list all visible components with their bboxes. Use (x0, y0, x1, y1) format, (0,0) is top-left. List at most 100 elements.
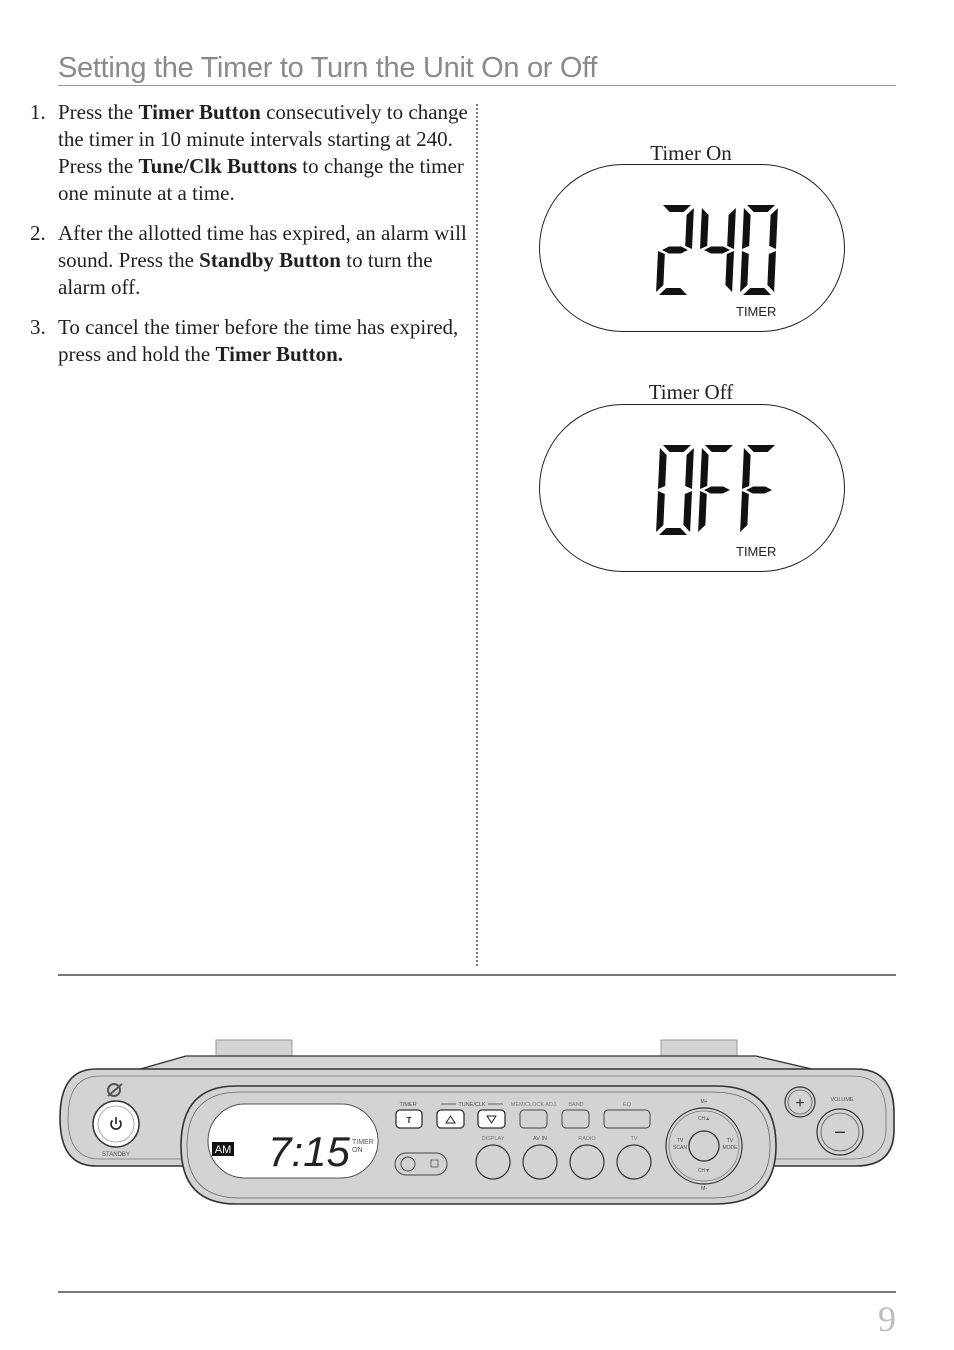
lcd-segment (704, 486, 730, 494)
tune-up-button[interactable] (436, 1109, 465, 1129)
timer-button-label: TIMER (399, 1102, 416, 1108)
plus-icon: + (795, 1095, 804, 1112)
mem-clock-button[interactable] (519, 1109, 548, 1129)
av-in-label: AV IN (533, 1136, 547, 1142)
lcd-segment (659, 528, 687, 535)
bold-term: Tune/Clk Buttons (138, 154, 298, 178)
step-text: Press the Timer Button consecutively to … (58, 99, 470, 207)
timer-indicator-label: TIMER (736, 544, 777, 559)
instruction-step: 1. Press the Timer Button consecutively t… (30, 99, 470, 207)
am-label: AM (215, 1144, 232, 1156)
step-number: 2. (30, 221, 46, 245)
lcd-segment (700, 208, 709, 249)
tune-down-button[interactable] (477, 1109, 506, 1129)
section-rule (58, 974, 896, 976)
lcd-digit (656, 445, 694, 535)
tv-mode-label-2: MODE (723, 1145, 739, 1151)
display-label: DISPLAY (482, 1136, 505, 1142)
timer-off-caption: Timer Off (648, 380, 734, 404)
lcd-timer-label: TIMER (352, 1139, 374, 1146)
lcd-segment (685, 448, 694, 489)
step-number: 3. (30, 315, 46, 339)
radio-device-illustration: STANDBY AM 7:15 TIMER ON TIMER TUNE/CLK … (59, 1039, 895, 1205)
lcd-segment (742, 208, 751, 249)
timer-off-readout (656, 445, 775, 535)
standby-label: STANDBY (102, 1152, 130, 1158)
lcd-segment (740, 491, 749, 532)
timer-glyph: T (407, 1116, 412, 1125)
volume-up-button[interactable]: + (784, 1086, 816, 1118)
instruction-step: 3. To cancel the timer before the time ha… (30, 314, 470, 368)
lcd-segment (727, 208, 736, 249)
lcd-segment (747, 205, 775, 212)
timer-off-lcd: TIMER (539, 404, 845, 572)
step-text-run: Press the (58, 100, 139, 124)
display-button[interactable] (475, 1144, 511, 1180)
lcd-segment (767, 251, 776, 292)
bold-term: Timer Button. (215, 342, 344, 366)
lcd-segment (683, 491, 692, 532)
lcd-digit (698, 445, 733, 532)
tv-scan-label-2: SCAN (673, 1145, 687, 1151)
eq-label: EQ (623, 1102, 632, 1108)
radio-label: RADIO (578, 1136, 596, 1142)
column-divider (476, 104, 478, 966)
lcd-digit (700, 208, 736, 292)
dpad-center-button[interactable] (688, 1130, 720, 1162)
bold-term: Standby Button (199, 248, 341, 272)
lcd-segment (743, 288, 771, 295)
lcd-digit (740, 445, 775, 532)
page-title: Setting the Timer to Turn the Unit On or… (58, 52, 598, 84)
bold-term: Timer Button (138, 100, 261, 124)
page-number: 9 (878, 1299, 896, 1339)
lcd-segment (705, 445, 733, 452)
lcd-segment (698, 491, 707, 532)
title-rule (58, 85, 896, 86)
lcd-segment (700, 448, 709, 489)
volume-label: VOLUME (830, 1097, 854, 1103)
tune-clk-label: TUNE/CLK (458, 1102, 486, 1108)
timer-on-readout (656, 205, 778, 295)
footer-rule (58, 1291, 896, 1293)
instruction-steps: 1. Press the Timer Button consecutively t… (30, 99, 470, 381)
ch-up-label[interactable]: CH▲ (698, 1116, 710, 1122)
lcd-digit (740, 205, 778, 295)
standby-button[interactable] (92, 1100, 140, 1148)
lcd-segment (740, 251, 749, 292)
tv-mode-label-1: TV (727, 1138, 734, 1144)
lcd-segment (685, 208, 694, 249)
m-minus-label: M- (701, 1186, 707, 1192)
lcd-segment (725, 251, 734, 292)
lcd-on-label: ON (352, 1147, 363, 1154)
band-label: BAND (568, 1102, 583, 1108)
timer-button[interactable]: T (395, 1109, 423, 1129)
minus-icon: − (834, 1122, 846, 1144)
step-text: After the allotted time has expired, an … (58, 220, 470, 301)
lcd-digit (656, 205, 694, 295)
timer-indicator-label: TIMER (736, 304, 777, 319)
tv-button[interactable] (616, 1144, 652, 1180)
timer-on-lcd: TIMER (539, 164, 845, 332)
eq-button[interactable] (603, 1109, 651, 1129)
instruction-step: 2. After the allotted time has expired, a… (30, 220, 470, 301)
av-in-button[interactable] (522, 1144, 558, 1180)
headphone-jack (400, 1156, 416, 1172)
volume-down-button[interactable]: − (816, 1108, 864, 1156)
band-button[interactable] (561, 1109, 590, 1129)
radio-button[interactable] (569, 1144, 605, 1180)
mem-clock-label: MEM/CLOCK ADJ. (511, 1102, 558, 1108)
lcd-segment (704, 246, 730, 254)
timer-on-caption: Timer On (650, 141, 732, 165)
ch-down-label[interactable]: CH▼ (698, 1168, 710, 1174)
lcd-segment (658, 448, 667, 489)
mount-bracket-right (660, 1039, 738, 1059)
lcd-segment (656, 491, 665, 532)
lcd-time: 7:15 (268, 1128, 350, 1175)
lcd-segment (747, 445, 775, 452)
m-plus-label: M+ (700, 1099, 707, 1105)
step-text: To cancel the timer before the time has … (58, 314, 470, 368)
lcd-segment (656, 251, 665, 292)
step-number: 1. (30, 100, 46, 124)
lcd-segment (769, 208, 778, 249)
lcd-segment (663, 445, 691, 452)
